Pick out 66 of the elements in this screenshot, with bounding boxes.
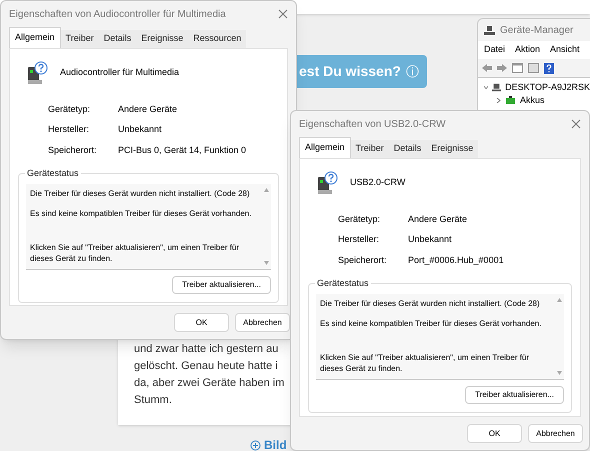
property-value: Andere Geräte (118, 102, 178, 116)
forward-arrow-icon[interactable] (497, 64, 507, 72)
close-icon[interactable] (278, 9, 288, 19)
property-value: Andere Geräte (408, 212, 468, 226)
dialog-button[interactable]: OK (467, 424, 522, 443)
menu-item[interactable]: Ansicht (550, 43, 580, 57)
tab[interactable]: Allgemein (299, 137, 351, 158)
property-label: Hersteller: (48, 123, 90, 136)
dialog-button[interactable]: OK (174, 313, 229, 332)
status-text: Es sind keine kompatiblen Treiber für dieses Gerät vorhanden. (320, 318, 542, 329)
menu-item[interactable]: Aktion (515, 43, 540, 57)
window-title: Eigenschaften von Audiocontroller für Multimedia (9, 8, 226, 22)
battery-icon (505, 95, 516, 106)
scroll-up-icon[interactable] (264, 188, 268, 192)
device-name: Audiocontroller für Multimedia (60, 66, 180, 79)
add-icon[interactable] (250, 440, 261, 450)
status-text: Klicken Sie auf "Treiber aktualisieren", um einen Treiber für dieses Gerät zu finden. (30, 242, 240, 264)
close-icon[interactable] (571, 119, 581, 129)
tab[interactable]: Ereignisse (136, 30, 188, 48)
unknown-device-icon (316, 170, 338, 194)
status-text: Die Treiber für dieses Gerät wurden nicht installiert. (Code 28) (320, 298, 541, 309)
tab[interactable]: Allgemein (9, 27, 61, 48)
computer-icon (492, 82, 502, 93)
window-icon[interactable] (512, 63, 523, 73)
property-label: Hersteller: (338, 233, 380, 246)
property-label: Gerätetyp: (338, 212, 382, 226)
device-manager-icon (484, 24, 495, 36)
post-text: und zwar hatte ich gestern au (134, 342, 278, 357)
tab[interactable]: Treiber (60, 30, 99, 48)
unknown-device-icon (26, 60, 48, 84)
property-label: Gerätetyp: (48, 102, 92, 116)
tab[interactable]: Treiber (350, 140, 389, 158)
update-driver-button[interactable]: Treiber aktualisieren... (465, 386, 564, 404)
property-value: PCI-Bus 0, Gerät 14, Funktion 0 (118, 144, 248, 156)
status-text: Klicken Sie auf "Treiber aktualisieren", um einen Treiber für dieses Gerät zu finden. (320, 352, 530, 374)
expand-caret-icon[interactable] (484, 85, 488, 90)
post-text: Stumm. (134, 393, 172, 408)
tab[interactable]: Details (388, 140, 426, 158)
scroll-down-icon[interactable] (556, 371, 562, 375)
status-text: Die Treiber für dieses Gerät wurden nicht installiert. (Code 28) (30, 188, 251, 199)
post-text: da, aber zwei Geräte haben im (134, 376, 284, 391)
status-text: Es sind keine kompatiblen Treiber für dieses Gerät vorhanden. (30, 208, 252, 219)
menu-item[interactable]: Datei (484, 43, 506, 57)
property-label: Speicherort: (48, 144, 98, 157)
expand-caret-icon[interactable] (496, 98, 501, 103)
post-text: gelöscht. Genau heute hatte i (134, 359, 278, 374)
property-value: Unbekannt (408, 233, 453, 246)
dialog-button[interactable]: Abbrechen (528, 424, 583, 443)
property-label: Speicherort: (338, 254, 388, 267)
property-value: Unbekannt (118, 123, 163, 136)
back-arrow-icon[interactable] (482, 64, 492, 72)
properties-icon[interactable] (528, 63, 539, 73)
property-value: Port_#0006.Hub_#0001 (408, 254, 505, 267)
tab[interactable]: Details (98, 30, 136, 48)
window-title: Geräte-Manager (500, 24, 574, 38)
tree-item[interactable]: Akkus (520, 94, 545, 108)
dialog-button[interactable]: Abbrechen (235, 313, 290, 332)
help-icon[interactable] (544, 62, 554, 74)
update-driver-button[interactable]: Treiber aktualisieren... (172, 276, 271, 294)
scroll-down-icon[interactable] (264, 261, 268, 265)
tab[interactable]: Ressourcen (188, 30, 246, 48)
tree-item[interactable]: DESKTOP-A9J2RSK (505, 80, 590, 94)
tab[interactable]: Ereignisse (426, 140, 478, 158)
device-name: USB2.0-CRW (350, 176, 406, 189)
window-title: Eigenschaften von USB2.0-CRW (299, 118, 446, 132)
scroll-up-icon[interactable] (556, 298, 562, 302)
